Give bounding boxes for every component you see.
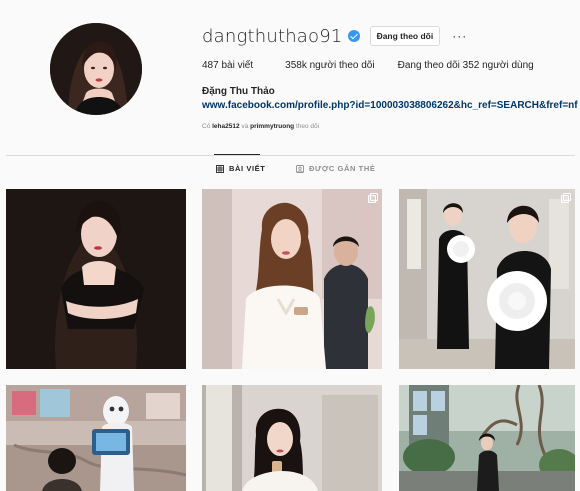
bio-link[interactable]: www.facebook.com/profile.php?id=10000303…: [202, 100, 578, 111]
followed-by-joiner: và: [241, 123, 249, 130]
post-tile[interactable]: [202, 385, 382, 491]
post-tile[interactable]: [399, 385, 575, 491]
tag-icon: [296, 164, 304, 173]
post-image: [399, 385, 575, 491]
following-button[interactable]: Đang theo dõi: [369, 26, 441, 46]
tab-posts-label: BÀI VIẾT: [229, 164, 266, 173]
post-image: [6, 189, 186, 369]
tab-posts[interactable]: BÀI VIẾT: [216, 164, 265, 173]
post-image: [202, 385, 382, 491]
followed-by-user-2[interactable]: primmytruong: [250, 123, 294, 130]
post-image: [6, 385, 186, 491]
followed-by-prefix: Có: [202, 123, 211, 130]
profile-stats: 487 bài viết 358k người theo dõi Đang th…: [202, 60, 534, 71]
post-tile[interactable]: [6, 385, 186, 491]
post-tile[interactable]: [399, 189, 575, 369]
profile-avatar[interactable]: [50, 23, 142, 115]
post-image: [202, 189, 382, 369]
multiple-photos-icon: [368, 193, 378, 203]
verified-badge-icon: [347, 30, 360, 42]
avatar-image: [50, 23, 142, 115]
followers-count[interactable]: 358k người theo dõi: [285, 60, 374, 71]
username: dangthuthao91: [202, 25, 343, 47]
active-tab-indicator: [214, 154, 260, 155]
followed-by-suffix: theo dõi: [295, 123, 320, 130]
username-row: dangthuthao91 Đang theo dõi ···: [202, 24, 467, 48]
post-image: [399, 189, 575, 369]
tabs-divider: [6, 155, 575, 156]
post-tile[interactable]: [202, 189, 382, 369]
posts-count: 487 bài viết: [202, 60, 254, 71]
profile-header: dangthuthao91 Đang theo dõi ··· 487 bài …: [0, 0, 580, 150]
tab-tagged-label: ĐƯỢC GẮN THẺ: [309, 164, 376, 173]
grid-icon: [216, 164, 224, 173]
following-count[interactable]: Đang theo dõi 352 người dùng: [398, 60, 534, 71]
followed-by: Có leha2512 và primmytruong theo dõi: [202, 123, 319, 130]
multiple-photos-icon: [561, 193, 571, 203]
more-options-icon[interactable]: ···: [452, 30, 467, 42]
followed-by-user-1[interactable]: leha2512: [212, 123, 239, 130]
full-name: Đặng Thu Thảo: [202, 86, 275, 97]
post-tile[interactable]: [6, 189, 186, 369]
tab-tagged[interactable]: ĐƯỢC GẮN THẺ: [296, 164, 376, 173]
